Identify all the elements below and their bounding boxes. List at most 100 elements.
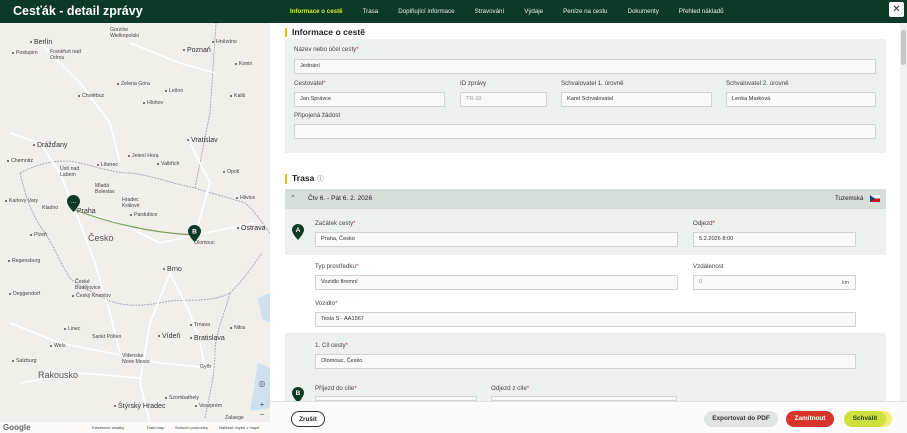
nav-expenses[interactable]: Výdaje (514, 0, 553, 23)
action-bar: Zrušit Exportovat do PDF Zamítnout Schvá… (270, 401, 907, 433)
approver2-label: Schvalovatel 2. úrovně (726, 80, 789, 87)
city-berlin: Berlín (30, 39, 52, 46)
app-title: Cesťák - detail zprávy (13, 4, 143, 18)
section-title-info: Informace o cestě (285, 28, 365, 37)
city-postupim: Postupim (12, 50, 38, 56)
city-opoli: Opolí (223, 169, 239, 175)
traveler-input[interactable]: Jan Správce (294, 92, 445, 107)
city-valbrich: Valbřich (157, 161, 179, 167)
route-point-a-icon: A (292, 224, 304, 240)
nav-info[interactable]: Informace o cestě (280, 0, 353, 23)
city-chotebuz: Chotěbuz (78, 93, 104, 99)
city-frankfurt: Frankfurt nad Odrou (50, 49, 81, 61)
nav-meals[interactable]: Stravování (465, 0, 515, 23)
trip-dates: Čtv 6. - Pát 6. 2. 2026 (308, 195, 373, 202)
city-hradec: Hradec Králové (122, 197, 140, 209)
purpose-input[interactable]: Jednání (294, 59, 876, 74)
city-st-polten: Sankt Pölten (92, 334, 122, 340)
city-deggendorf: Deggendorf (9, 291, 40, 297)
request-input[interactable] (294, 124, 876, 139)
map-attribution: Klávesové zkratky Data map Smluvní podmí… (0, 422, 270, 433)
nav-money[interactable]: Peníze na cestu (553, 0, 617, 23)
city-krumlov: Český Krumlov (72, 293, 111, 299)
city-brno: Brno (163, 266, 182, 273)
distance-label: Vzdálenost (693, 263, 724, 270)
section-nav: Informace o cestě Trasa Doplňující infor… (280, 0, 734, 23)
city-trnava: Trnava (190, 322, 210, 328)
vehicle-select[interactable]: Tesla S - AA1567 (315, 312, 856, 327)
city-konin: Konin (235, 61, 252, 67)
city-poznan: Poznaň (183, 47, 211, 54)
czech-flag-icon (870, 195, 880, 202)
route-info-icon[interactable]: ⓘ (317, 176, 324, 183)
country-rakousko: Rakousko (38, 370, 79, 380)
city-usti: Ústí nad Labem (60, 166, 80, 178)
nav-costs[interactable]: Přehled nákladů (669, 0, 734, 23)
city-chemnitz: Chemnitz (7, 158, 33, 164)
city-ostrava: Ostrava (237, 225, 266, 232)
city-hnezdno: Hnězdno (212, 39, 237, 45)
city-hlivice: Hlivice (236, 195, 255, 201)
city-karlovy-vary: Karlovy Vary (5, 198, 38, 204)
start-input[interactable]: Praha, Česko (315, 232, 678, 247)
city-nitra: Nitra (230, 325, 245, 331)
section-title-route: Trasa ⓘ (285, 174, 324, 184)
map-marker-end-icon[interactable]: B (188, 225, 201, 242)
distance-input[interactable]: 0 (693, 275, 856, 290)
country-cesko: Česko (88, 233, 114, 243)
city-bratislava: Bratislava (190, 335, 225, 342)
city-zelena-gora: Zelena Góra (117, 81, 150, 87)
map-panel[interactable]: Berlín Postupim Frankfurt nad Odrou Gorz… (0, 23, 270, 433)
nav-documents[interactable]: Dokumenty (618, 0, 669, 23)
google-logo: Google (3, 423, 31, 432)
departure-input[interactable]: 5.2.2026 8:00 (693, 232, 856, 247)
city-mlada-boleslav: Mladá Boleslav (95, 183, 115, 195)
map-zoom-in-icon[interactable]: + (258, 401, 266, 409)
request-label: Připojená žádost (294, 112, 341, 119)
map-zoom-out-icon[interactable]: − (258, 411, 266, 419)
reject-button[interactable]: Zamítnout (786, 411, 834, 427)
city-kalisz: Kališ (230, 93, 245, 99)
trip-header[interactable]: ⌃ Čtv 6. - Pát 6. 2. 2026 Tuzemská (285, 189, 886, 209)
traveler-label: Cestovatel* (294, 80, 326, 87)
trip-type: Tuzemská (835, 195, 864, 202)
cancel-button[interactable]: Zrušit (291, 411, 325, 427)
city-hlohov: Hlohov (143, 100, 163, 106)
report-id-label: ID zprávy (460, 80, 487, 87)
map-shortcuts-link[interactable]: Klávesové zkratky (92, 425, 124, 430)
export-pdf-button[interactable]: Exportovat do PDF (704, 411, 778, 427)
departure-dest-label: Odjezd z cíle* (491, 385, 530, 392)
scrollbar-thumb[interactable] (901, 30, 906, 65)
map-marker-start-icon[interactable]: ... (67, 195, 80, 212)
city-veszprem: Veszprém (195, 403, 222, 409)
map-locate-icon[interactable]: ◎ (258, 380, 266, 388)
nav-additional[interactable]: Doplňující informace (388, 0, 464, 23)
map-terms-link[interactable]: Smluvní podmínky (175, 425, 208, 430)
map-data-link[interactable]: Data map (147, 425, 164, 430)
vehicle-type-label: Typ prostředku* (315, 263, 359, 270)
city-plzen: Plzeň (30, 232, 47, 238)
purpose-label: Název nebo účel cesty* (294, 46, 359, 53)
city-salzburg: Salzburg (12, 358, 36, 364)
approver2-input[interactable]: Lenka Marková (726, 92, 876, 107)
destination-label: 1. Cíl cesty* (315, 342, 349, 349)
map-marker-a-label: ... (71, 199, 76, 205)
approver1-input[interactable]: Karel Schvalovatel (561, 92, 712, 107)
approve-button[interactable]: Schválit (844, 411, 886, 427)
city-leszno: Lešno (165, 88, 183, 94)
destination-input[interactable]: Olomouc, Česko (315, 354, 856, 369)
close-button[interactable]: ✕ (889, 2, 904, 17)
city-videnske-nove-mesto: Videnske Nove Mesto (122, 353, 150, 365)
map-report-link[interactable]: Nahlásit chybu v mapě (219, 425, 259, 430)
vehicle-type-select[interactable]: Vozidlo firemní (315, 275, 678, 290)
chevron-up-icon[interactable]: ⌃ (290, 194, 296, 202)
city-viden: Vídeň (158, 333, 180, 340)
report-id-input[interactable]: TR-10 (460, 92, 547, 107)
vehicle-label: Vozidlo* (315, 300, 338, 307)
nav-route[interactable]: Trasa (353, 0, 389, 23)
distance-unit: km (842, 280, 849, 286)
city-styrsky-hradec: Štýrský Hradec (114, 403, 165, 410)
arrival-label: Příjezd do cíle* (315, 385, 357, 392)
departure-label: Odjezd* (693, 220, 716, 227)
scrollbar-track[interactable] (900, 23, 907, 401)
